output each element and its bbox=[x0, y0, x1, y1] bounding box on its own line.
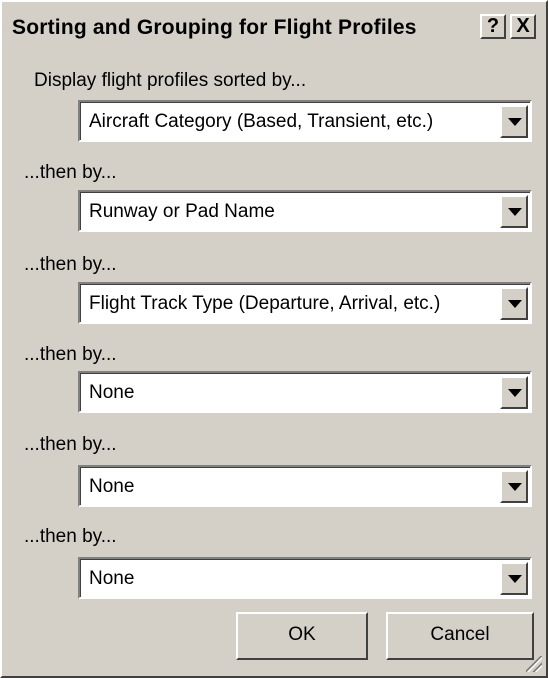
dropdown-button[interactable] bbox=[500, 376, 528, 409]
sort-label-2: ...then by... bbox=[24, 162, 117, 183]
dropdown-button[interactable] bbox=[500, 105, 528, 138]
chevron-down-icon bbox=[508, 300, 522, 308]
sort-select-4[interactable]: None bbox=[78, 371, 532, 413]
sort-select-1[interactable]: Aircraft Category (Based, Transient, etc… bbox=[78, 100, 532, 142]
sort-select-2-value: Runway or Pad Name bbox=[89, 201, 275, 222]
chevron-down-icon bbox=[508, 575, 522, 583]
dialog-title: Sorting and Grouping for Flight Profiles bbox=[12, 16, 417, 39]
dropdown-button[interactable] bbox=[500, 470, 528, 503]
sort-label-1: Display flight profiles sorted by... bbox=[34, 70, 307, 91]
ok-button[interactable]: OK bbox=[236, 612, 368, 660]
chevron-down-icon bbox=[508, 483, 522, 491]
sort-select-6[interactable]: None bbox=[78, 557, 532, 599]
sorting-dialog: Sorting and Grouping for Flight Profiles… bbox=[0, 0, 548, 678]
sort-select-6-value: None bbox=[89, 568, 135, 589]
resize-grip-icon[interactable] bbox=[526, 656, 542, 672]
sort-select-5-value: None bbox=[89, 476, 135, 497]
sort-select-3[interactable]: Flight Track Type (Departure, Arrival, e… bbox=[78, 282, 532, 324]
chevron-down-icon bbox=[508, 389, 522, 397]
title-bar[interactable]: Sorting and Grouping for Flight Profiles… bbox=[4, 4, 544, 54]
chevron-down-icon bbox=[508, 118, 522, 126]
close-button[interactable]: X bbox=[510, 14, 536, 39]
sort-select-3-value: Flight Track Type (Departure, Arrival, e… bbox=[89, 293, 441, 314]
dropdown-button[interactable] bbox=[500, 287, 528, 320]
sort-label-3: ...then by... bbox=[24, 254, 117, 275]
sort-label-4: ...then by... bbox=[24, 344, 117, 365]
cancel-button[interactable]: Cancel bbox=[386, 612, 534, 660]
sort-select-5[interactable]: None bbox=[78, 465, 532, 507]
sort-select-1-value: Aircraft Category (Based, Transient, etc… bbox=[89, 111, 434, 132]
dropdown-button[interactable] bbox=[500, 195, 528, 228]
dropdown-button[interactable] bbox=[500, 562, 528, 595]
chevron-down-icon bbox=[508, 208, 522, 216]
help-button[interactable]: ? bbox=[480, 14, 506, 39]
sort-label-6: ...then by... bbox=[24, 526, 117, 547]
sort-label-5: ...then by... bbox=[24, 434, 117, 455]
sort-select-2[interactable]: Runway or Pad Name bbox=[78, 190, 532, 232]
sort-select-4-value: None bbox=[89, 382, 135, 403]
